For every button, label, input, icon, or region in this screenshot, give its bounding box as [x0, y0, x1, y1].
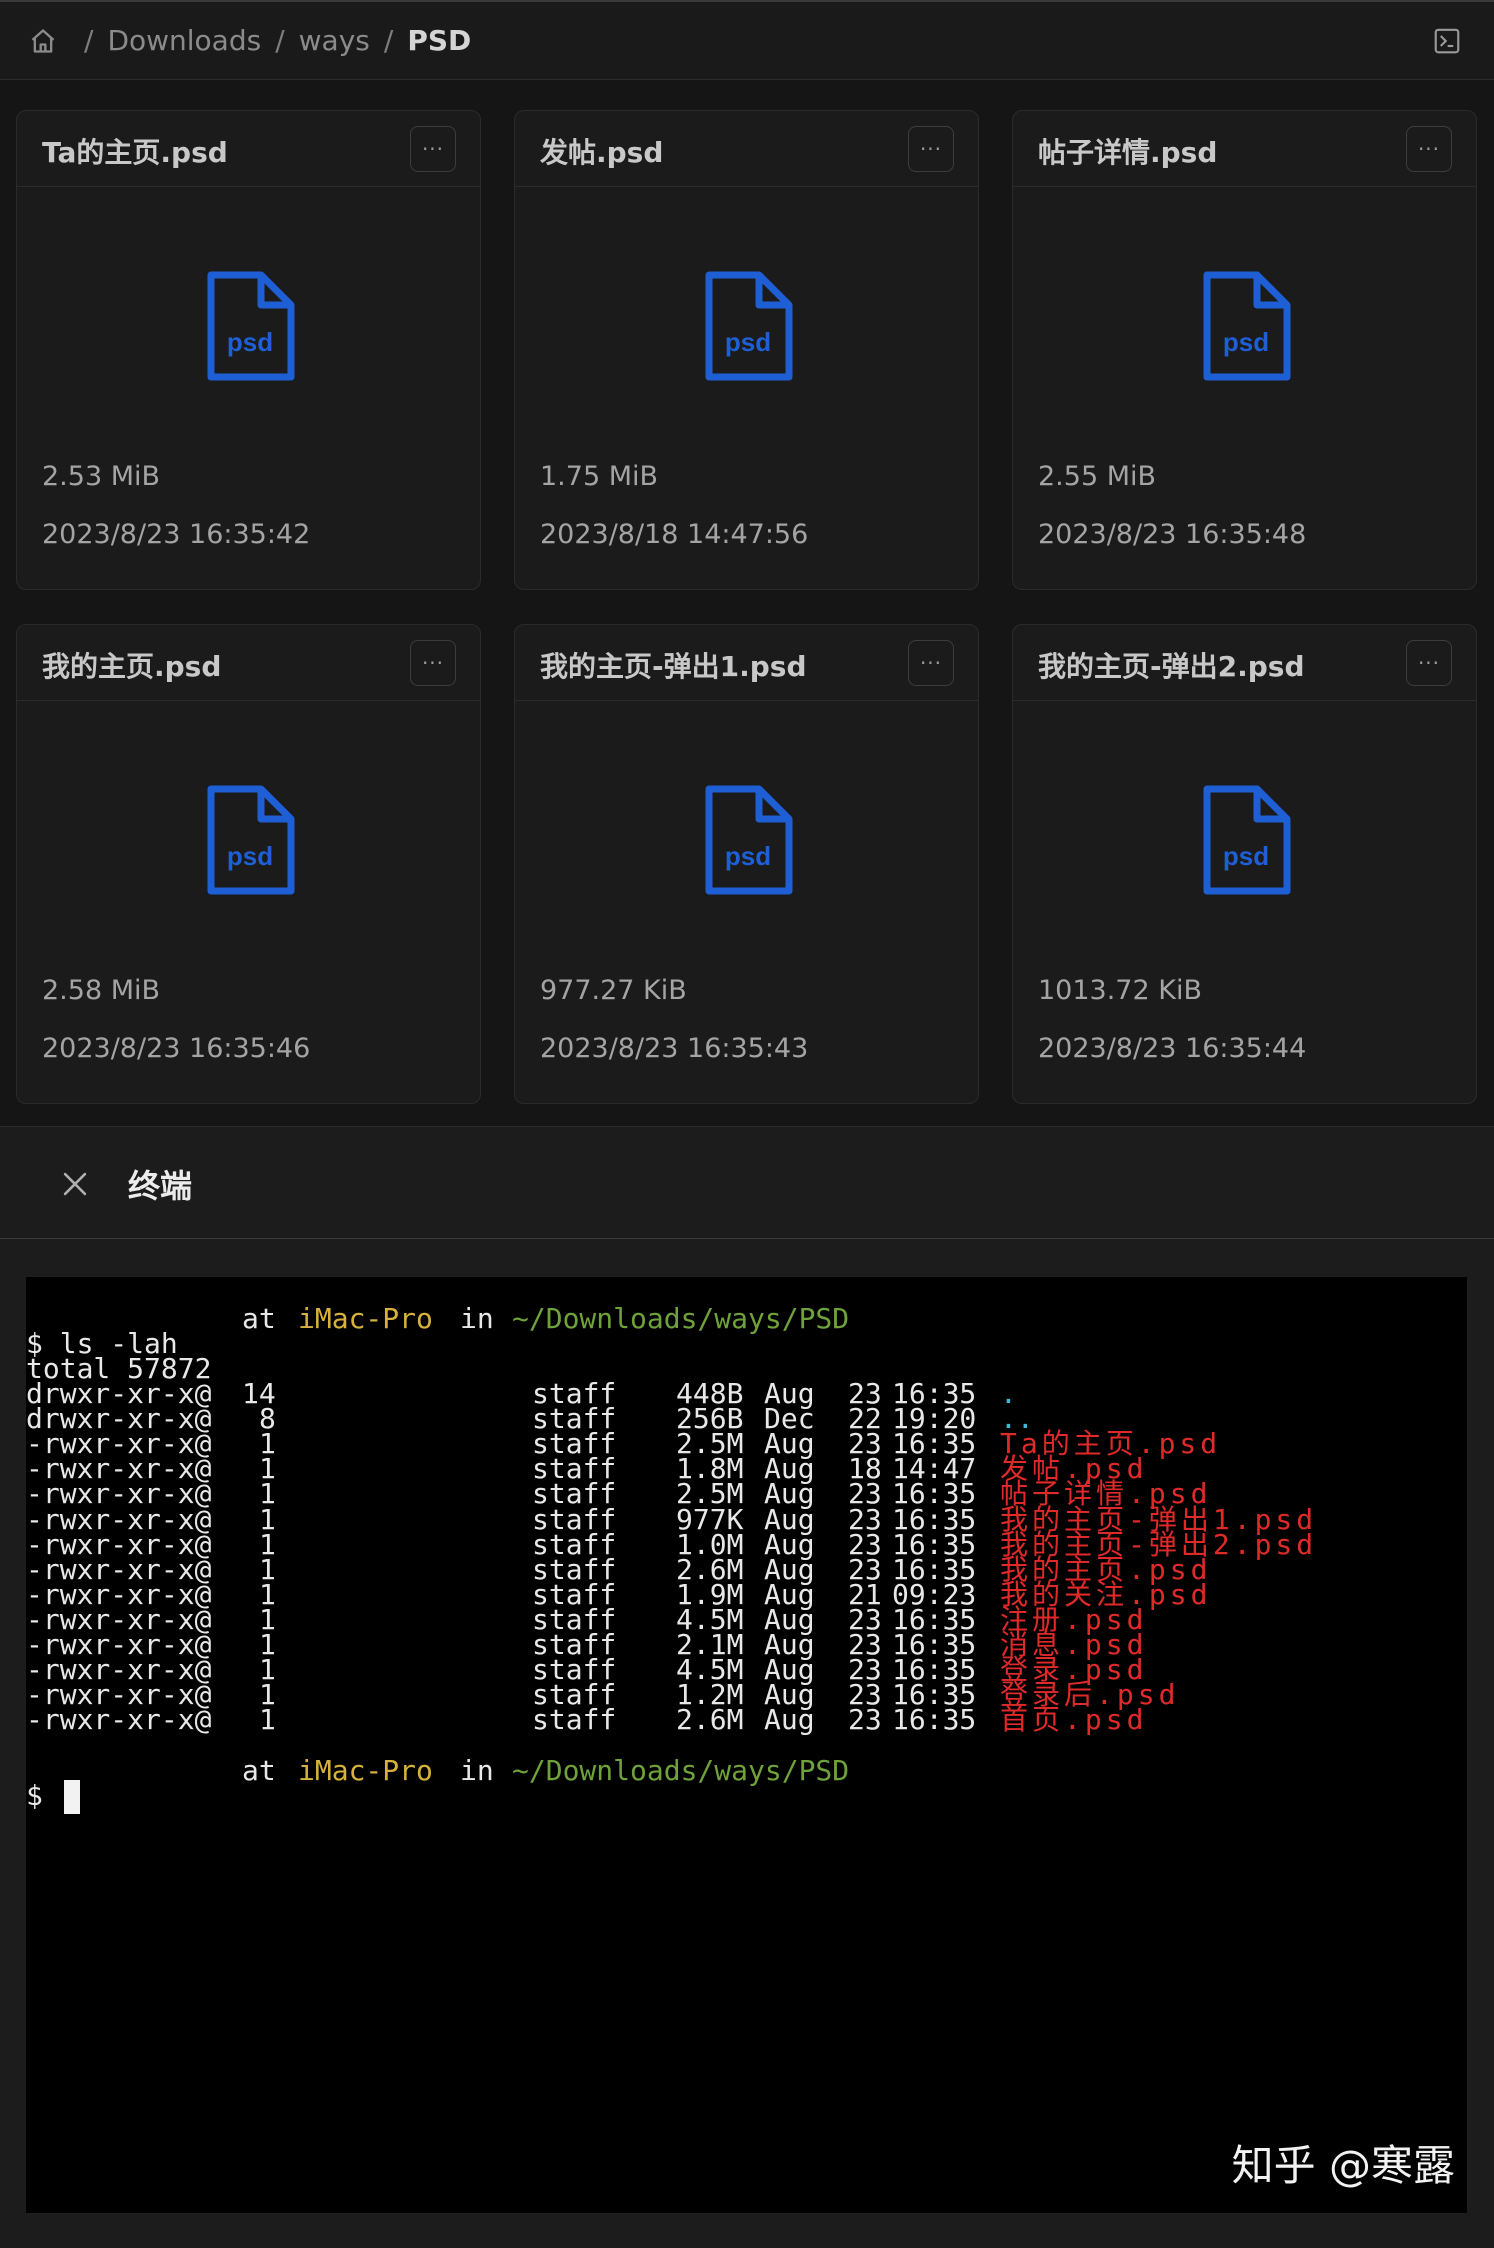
terminal-panel: 终端 at iMac-Pro in ~/Downloads/ways/PSD $… — [0, 1126, 1494, 2248]
file-size: 2.55 MiB — [1038, 461, 1157, 492]
terminal-screen[interactable]: at iMac-Pro in ~/Downloads/ways/PSD $ ls… — [26, 1277, 1467, 2213]
breadcrumb-downloads[interactable]: Downloads — [107, 24, 261, 57]
prompt-in: in — [460, 1302, 494, 1335]
terminal-toggle-icon[interactable] — [1432, 26, 1464, 58]
svg-text:psd: psd — [1223, 841, 1269, 871]
file-card[interactable]: 我的主页-弹出1.psd ··· psd 977.27 KiB 2023/8/2… — [514, 624, 979, 1104]
svg-text:psd: psd — [227, 327, 273, 357]
prompt-path: ~/Downloads/ways/PSD — [512, 1754, 850, 1787]
svg-text:psd: psd — [1223, 327, 1269, 357]
ls-day: 23 — [848, 1703, 882, 1737]
file-size: 977.27 KiB — [540, 975, 687, 1006]
file-modified: 2023/8/23 16:35:46 — [42, 1033, 311, 1064]
file-modified: 2023/8/23 16:35:44 — [1038, 1033, 1307, 1064]
file-grid: Ta的主页.psd ··· psd 2.53 MiB 2023/8/23 16:… — [0, 80, 1494, 1126]
psd-file-icon: psd — [207, 785, 295, 895]
breadcrumb-bar: / Downloads / ways / PSD — [0, 0, 1494, 80]
file-card[interactable]: 我的主页.psd ··· psd 2.58 MiB 2023/8/23 16:3… — [16, 624, 481, 1104]
psd-file-icon: psd — [1203, 785, 1291, 895]
breadcrumb-psd: PSD — [407, 24, 472, 57]
file-card[interactable]: 帖子详情.psd ··· psd 2.55 MiB 2023/8/23 16:3… — [1012, 110, 1477, 590]
ls-filename: 首页.psd — [1000, 1703, 1148, 1737]
prompt-path: ~/Downloads/ways/PSD — [512, 1302, 850, 1335]
file-name: 我的主页-弹出1.psd — [540, 650, 807, 683]
prompt-host: iMac-Pro — [298, 1754, 433, 1787]
more-options-button[interactable]: ··· — [908, 640, 954, 686]
ls-size: 2.6M — [676, 1703, 744, 1737]
more-options-button[interactable]: ··· — [1406, 640, 1452, 686]
card-header: 帖子详情.psd ··· — [1013, 111, 1476, 187]
ls-group: staff — [532, 1703, 617, 1737]
more-options-button[interactable]: ··· — [1406, 126, 1452, 172]
file-name: 发帖.psd — [540, 136, 664, 169]
card-header: Ta的主页.psd ··· — [17, 111, 480, 187]
file-name: 我的主页.psd — [42, 650, 222, 683]
file-card[interactable]: Ta的主页.psd ··· psd 2.53 MiB 2023/8/23 16:… — [16, 110, 481, 590]
terminal-cursor — [64, 1780, 80, 1814]
ls-time: 16:35 — [892, 1703, 977, 1737]
file-card[interactable]: 我的主页-弹出2.psd ··· psd 1013.72 KiB 2023/8/… — [1012, 624, 1477, 1104]
terminal-header: 终端 — [0, 1127, 1494, 1239]
more-options-button[interactable]: ··· — [410, 640, 456, 686]
psd-file-icon: psd — [705, 271, 793, 381]
ls-month: Aug — [764, 1703, 815, 1737]
svg-text:psd: psd — [725, 841, 771, 871]
close-icon[interactable] — [58, 1167, 92, 1201]
file-modified: 2023/8/23 16:35:42 — [42, 519, 311, 550]
file-modified: 2023/8/23 16:35:48 — [1038, 519, 1307, 550]
ls-links: 1 — [259, 1703, 276, 1737]
file-size: 2.58 MiB — [42, 975, 161, 1006]
breadcrumb-separator: / — [84, 24, 94, 57]
home-icon[interactable] — [26, 24, 60, 58]
breadcrumb-separator: / — [383, 24, 394, 57]
file-name: 帖子详情.psd — [1038, 136, 1218, 169]
breadcrumb-ways[interactable]: ways — [299, 24, 370, 57]
prompt-at: at — [242, 1754, 276, 1787]
psd-file-icon: psd — [705, 785, 793, 895]
card-header: 我的主页-弹出1.psd ··· — [515, 625, 978, 701]
file-modified: 2023/8/18 14:47:56 — [540, 519, 809, 550]
svg-text:psd: psd — [725, 327, 771, 357]
ls-permissions: -rwxr-xr-x@ — [26, 1703, 212, 1737]
file-size: 2.53 MiB — [42, 461, 161, 492]
file-modified: 2023/8/23 16:35:43 — [540, 1033, 809, 1064]
terminal-title: 终端 — [128, 1167, 193, 1205]
input-line[interactable]: $ — [26, 1778, 127, 1814]
prompt-host: iMac-Pro — [298, 1302, 433, 1335]
prompt-at: at — [242, 1302, 276, 1335]
file-name: Ta的主页.psd — [42, 136, 228, 169]
file-size: 1013.72 KiB — [1038, 975, 1202, 1006]
file-name: 我的主页-弹出2.psd — [1038, 650, 1305, 683]
file-size: 1.75 MiB — [540, 461, 659, 492]
watermark: 知乎 @寒露 — [1231, 2141, 1455, 2190]
more-options-button[interactable]: ··· — [908, 126, 954, 172]
psd-file-icon: psd — [207, 271, 295, 381]
card-header: 我的主页-弹出2.psd ··· — [1013, 625, 1476, 701]
breadcrumb-separator: / — [275, 24, 285, 57]
prompt-in: in — [460, 1754, 494, 1787]
svg-text:psd: psd — [227, 841, 273, 871]
card-header: 发帖.psd ··· — [515, 111, 978, 187]
more-options-button[interactable]: ··· — [410, 126, 456, 172]
input-prompt: $ — [26, 1779, 43, 1812]
psd-file-icon: psd — [1203, 271, 1291, 381]
card-header: 我的主页.psd ··· — [17, 625, 480, 701]
file-card[interactable]: 发帖.psd ··· psd 1.75 MiB 2023/8/18 14:47:… — [514, 110, 979, 590]
